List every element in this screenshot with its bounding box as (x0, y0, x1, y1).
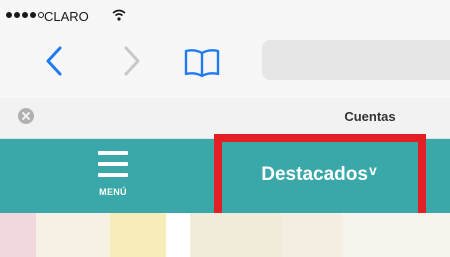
address-bar[interactable] (262, 40, 450, 80)
signal-dot (6, 12, 12, 18)
chevron-down-icon: v (368, 162, 377, 178)
back-icon[interactable] (42, 44, 66, 78)
status-bar: CLARO (0, 0, 450, 28)
content-tile (282, 213, 342, 257)
content-tile (0, 213, 36, 257)
close-icon[interactable] (18, 108, 34, 124)
signal-strength (6, 12, 44, 20)
carrier-name: CLARO (44, 9, 89, 24)
content-tile (110, 213, 166, 257)
tab-title[interactable]: Cuentas (300, 109, 440, 124)
site-header: MENÚ Destacados v (0, 139, 450, 213)
content-tile (166, 213, 190, 257)
signal-dot (22, 12, 28, 18)
menu-label: MENÚ (99, 187, 127, 197)
content-tile (342, 213, 450, 257)
menu-button[interactable]: MENÚ (88, 149, 138, 207)
section-dropdown[interactable]: Destacados v (214, 145, 424, 205)
screen: CLARO Cuentas MENÚ Destacados v (0, 0, 450, 257)
tab-bar: Cuentas (0, 98, 450, 139)
content-tile (36, 213, 110, 257)
bookmarks-icon[interactable] (182, 48, 222, 78)
content-tile (190, 213, 282, 257)
forward-icon[interactable] (120, 44, 144, 78)
hamburger-icon (98, 149, 128, 179)
browser-toolbar (0, 28, 450, 98)
signal-dot (14, 12, 20, 18)
signal-dot (30, 12, 36, 18)
page-content-preview (0, 213, 450, 257)
section-label: Destacados (261, 164, 368, 185)
wifi-icon (112, 9, 126, 21)
